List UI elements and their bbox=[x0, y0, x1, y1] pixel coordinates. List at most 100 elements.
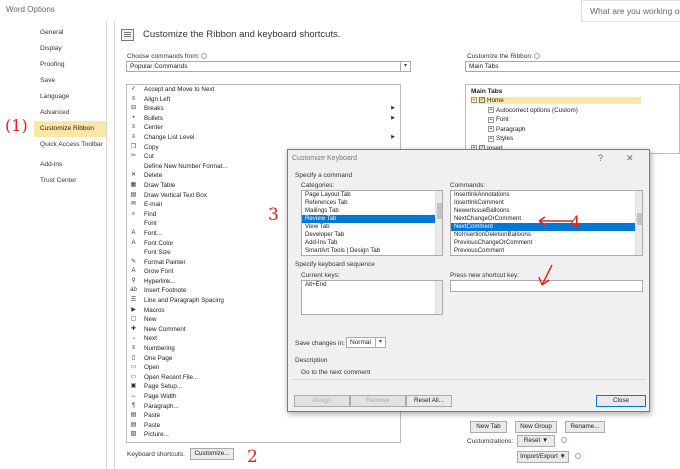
open-icon: ▭ bbox=[130, 364, 137, 371]
command-label: Cut bbox=[144, 153, 154, 161]
command-label: New Comment bbox=[144, 325, 186, 333]
reset-dropdown-button[interactable]: Reset ▼ bbox=[517, 435, 555, 447]
nav-item-customize-ribbon[interactable]: Customize Ribbon bbox=[34, 121, 106, 137]
keyboard-command-item[interactable]: PreviousComment bbox=[451, 247, 642, 255]
command-label: E-mail bbox=[144, 201, 162, 209]
expand-icon[interactable]: + bbox=[488, 135, 494, 142]
description-text: Go to the next comment bbox=[301, 369, 371, 376]
checkbox-icon[interactable]: ✓ bbox=[479, 97, 485, 104]
nav-item-display[interactable]: Display bbox=[34, 41, 106, 57]
sequence-label: Specify keyboard sequence bbox=[295, 261, 375, 268]
reset-all-button[interactable]: Reset All... bbox=[406, 395, 452, 407]
list-item[interactable]: ≡ Align Left bbox=[127, 95, 400, 105]
command-label: Hyperlink... bbox=[144, 277, 176, 285]
info-icon bbox=[533, 53, 540, 60]
categories-scrollbar[interactable] bbox=[435, 191, 442, 255]
list-item[interactable]: ⊟ Breaks ▶ bbox=[127, 104, 400, 114]
category-item[interactable]: View Tab bbox=[302, 223, 442, 231]
open-recent-icon: ▭ bbox=[130, 373, 137, 380]
paste-icon: ▤ bbox=[130, 421, 137, 428]
description-label: Description bbox=[295, 357, 328, 364]
keyboard-command-item[interactable]: NoInsertionDeletionBalloons bbox=[451, 231, 642, 239]
keyboard-command-item[interactable]: InsertInkComment bbox=[451, 199, 642, 207]
keyboard-command-item[interactable]: PreviousChangeOrComment bbox=[451, 239, 642, 247]
tree-item[interactable]: + Paragraph bbox=[488, 126, 525, 133]
nav-item-language[interactable]: Language bbox=[34, 89, 106, 105]
new-tab-button[interactable]: New Tab bbox=[470, 421, 507, 433]
page-title: Customize the Ribbon and keyboard shortc… bbox=[143, 29, 341, 40]
command-label: Open bbox=[144, 364, 160, 372]
rename-button[interactable]: Rename... bbox=[565, 421, 605, 433]
list-item[interactable]: ▤ Paste bbox=[127, 421, 400, 431]
command-label: Font Size bbox=[144, 249, 171, 257]
command-label: Paragraph... bbox=[144, 402, 179, 410]
expand-icon[interactable]: + bbox=[488, 106, 494, 113]
list-item[interactable]: ▨ Picture... bbox=[127, 430, 400, 440]
import-export-button[interactable]: Import/Export ▼ bbox=[517, 451, 569, 463]
tree-item[interactable]: + Styles bbox=[488, 135, 513, 142]
expand-icon[interactable]: − bbox=[471, 97, 477, 104]
annotation-2: 2 bbox=[247, 447, 258, 467]
command-label: Page Width bbox=[144, 393, 177, 400]
new-group-button[interactable]: New Group bbox=[515, 421, 557, 433]
list-item[interactable]: • Bullets ▶ bbox=[127, 114, 400, 124]
picture-icon: ▨ bbox=[130, 431, 137, 438]
customize-keyboard-button[interactable]: Customize... bbox=[190, 448, 234, 460]
current-key-item[interactable]: Alt+End bbox=[302, 281, 442, 289]
annotation-arrow-down bbox=[538, 264, 553, 286]
list-item[interactable]: ≡ Change List Level ▶ bbox=[127, 133, 400, 143]
nav-item-advanced[interactable]: Advanced bbox=[34, 105, 106, 121]
chevron-right-icon: ▶ bbox=[391, 114, 395, 121]
chevron-down-icon: ▾ bbox=[400, 62, 410, 71]
nav-item-save[interactable]: Save bbox=[34, 73, 106, 89]
paragraph-icon: ¶ bbox=[131, 402, 136, 409]
save-changes-dropdown[interactable]: Normal ▾ bbox=[346, 337, 386, 348]
list-item[interactable]: ≡ Center bbox=[127, 123, 400, 133]
category-item[interactable]: References Tab bbox=[302, 199, 442, 207]
current-keys-list[interactable]: Alt+End bbox=[301, 280, 443, 315]
customize-ribbon-label: Customize the Ribbon: bbox=[467, 53, 540, 60]
nav-item-trust-center[interactable]: Trust Center bbox=[34, 173, 106, 189]
help-icon[interactable]: ? bbox=[598, 153, 603, 163]
category-item[interactable]: Add-Ins Tab bbox=[302, 239, 442, 247]
commands-scrollbar[interactable] bbox=[635, 191, 642, 255]
expand-icon[interactable]: + bbox=[488, 116, 494, 123]
remove-button[interactable]: Remove bbox=[350, 395, 406, 407]
ribbon-tabs-tree[interactable]: Main Tabs − ✓ Home + Autocorrect options (Cu… bbox=[465, 84, 680, 154]
nav-item-proofing[interactable]: Proofing bbox=[34, 57, 106, 73]
scroll-thumb[interactable] bbox=[637, 213, 642, 225]
list-item[interactable]: ▤ Paste bbox=[127, 411, 400, 421]
customize-ribbon-dropdown[interactable]: Main Tabs bbox=[465, 61, 680, 72]
choose-commands-dropdown[interactable]: Popular Commands ▾ bbox=[126, 61, 411, 72]
category-item[interactable]: Developer Tab bbox=[302, 231, 442, 239]
annotation-arrow-4 bbox=[538, 216, 573, 226]
current-keys-scrollbar[interactable] bbox=[435, 281, 442, 314]
keyboard-command-item[interactable]: InsertInkAnnotations bbox=[451, 191, 642, 199]
tell-me-search-box[interactable]: What are you working on? bbox=[581, 0, 680, 22]
customize-ribbon-icon bbox=[121, 29, 134, 41]
nav-item-add-ins[interactable]: Add-ins bbox=[34, 157, 106, 173]
category-item[interactable]: SmartArt Tools | Design Tab bbox=[302, 247, 442, 255]
close-icon[interactable]: ✕ bbox=[626, 153, 634, 164]
nav-item-general[interactable]: General bbox=[34, 25, 106, 41]
expand-icon[interactable]: + bbox=[488, 126, 494, 133]
list-item[interactable]: ✓ Accept and Move to Next bbox=[127, 85, 400, 95]
hyperlink-icon: ⚲ bbox=[131, 277, 136, 284]
format-painter-icon: ✎ bbox=[130, 258, 137, 265]
tree-item[interactable]: − ✓ Home bbox=[471, 97, 641, 104]
choose-commands-label: Choose commands from: bbox=[127, 53, 207, 60]
assign-button[interactable]: Assign bbox=[294, 395, 350, 407]
customize-keyboard-dialog: Customize Keyboard ? ✕ Specify a command… bbox=[287, 149, 650, 412]
tree-item[interactable]: + Autocorrect options (Custom) bbox=[488, 107, 578, 114]
category-item[interactable]: Page Layout Tab bbox=[302, 191, 442, 199]
tree-item-label: Styles bbox=[496, 135, 514, 143]
dialog-close-button[interactable]: Close bbox=[596, 395, 646, 407]
categories-list[interactable]: Page Layout Tab References Tab Mailings Ta… bbox=[301, 190, 443, 256]
new-icon: ▢ bbox=[130, 316, 137, 323]
scroll-thumb[interactable] bbox=[437, 203, 442, 219]
tree-item[interactable]: + Font bbox=[488, 116, 509, 123]
category-item[interactable]: Mailings Tab bbox=[302, 207, 442, 215]
category-item[interactable]: Review Tab bbox=[302, 215, 442, 223]
nav-item-quick-access-toolbar[interactable]: Quick Access Toolbar bbox=[34, 137, 106, 153]
paste-icon: ▤ bbox=[130, 412, 137, 419]
